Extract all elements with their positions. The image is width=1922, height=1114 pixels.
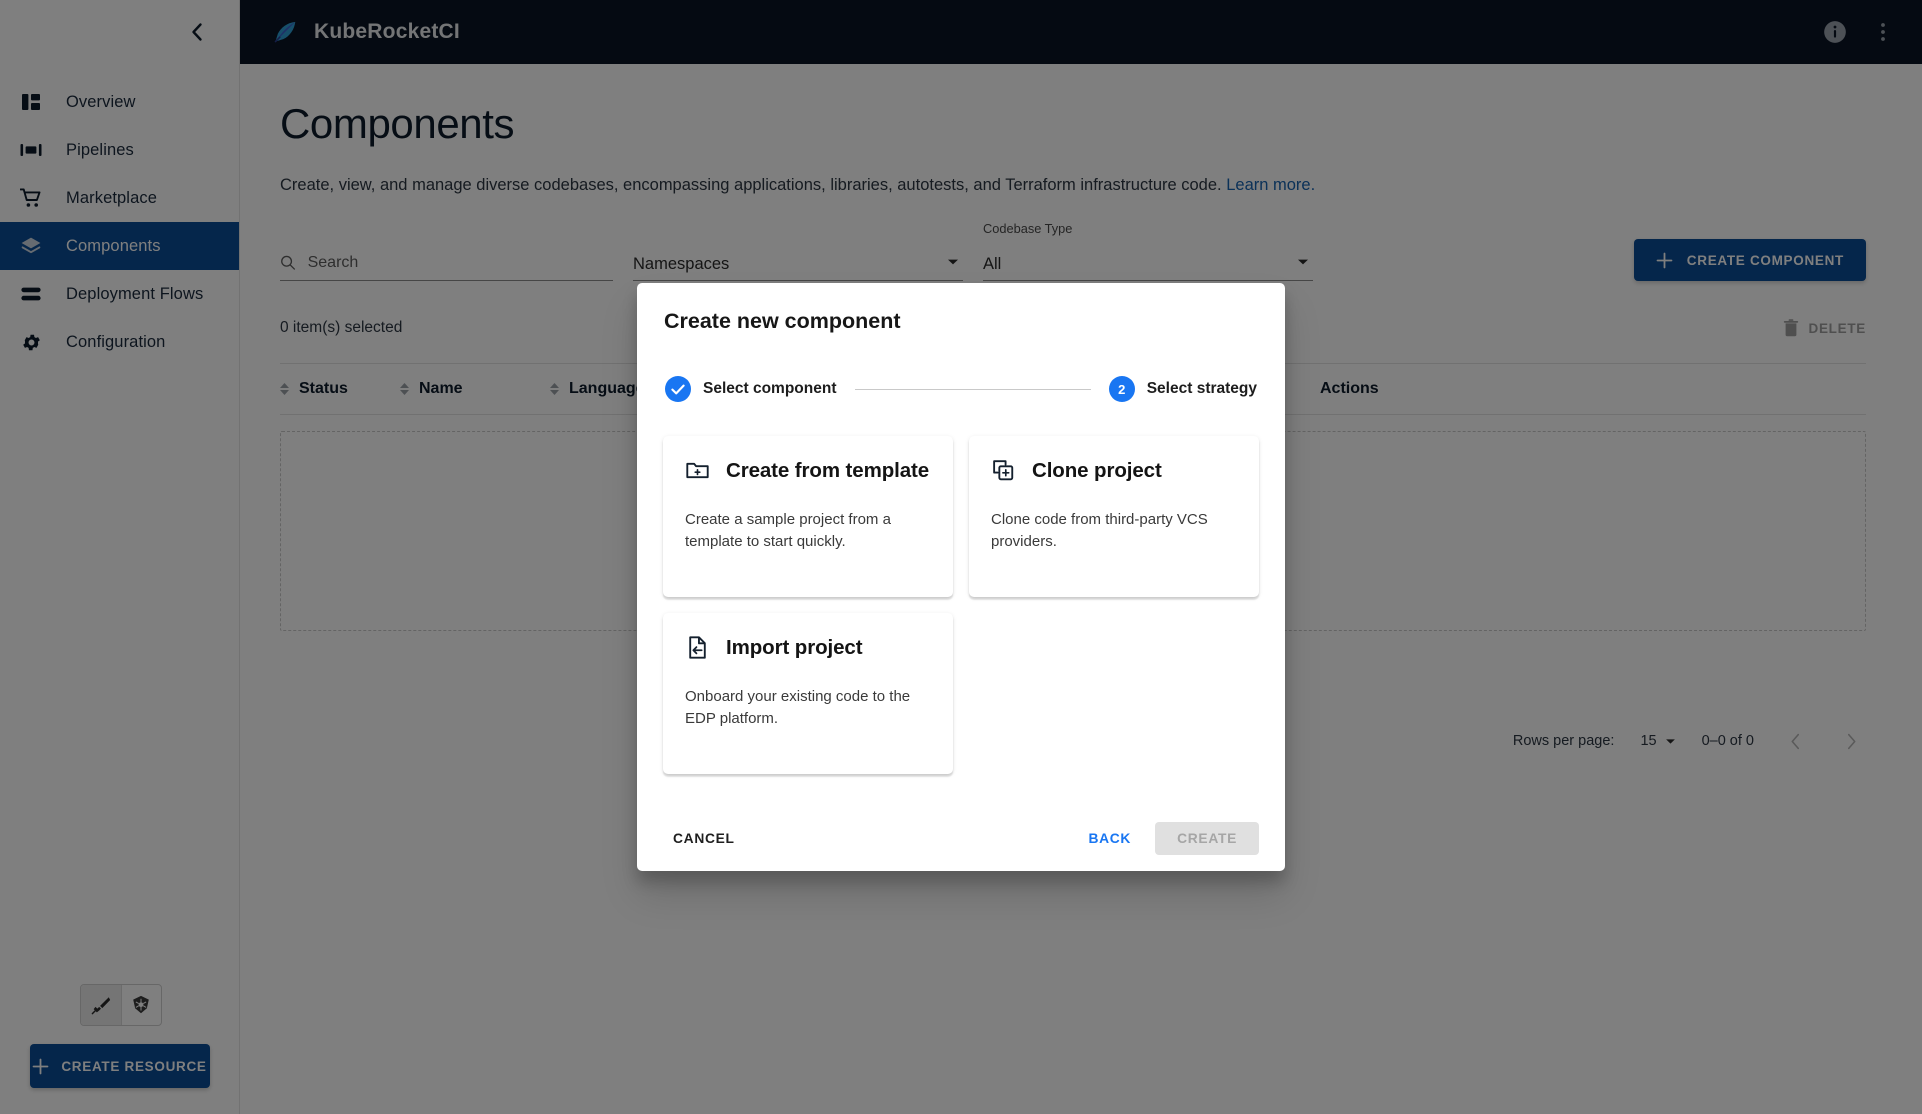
card-title: Import project	[726, 636, 862, 660]
strategy-card-import-project[interactable]: Import project Onboard your existing cod…	[663, 613, 953, 774]
create-button: CREATE	[1155, 822, 1259, 855]
app-root: Overview Pipelines Marketplace Component…	[0, 0, 1922, 1114]
strategy-card-create-from-template[interactable]: Create from template Create a sample pro…	[663, 436, 953, 597]
step-select-strategy[interactable]: 2 Select strategy	[1109, 376, 1257, 402]
strategy-cards: Create from template Create a sample pro…	[663, 436, 1259, 774]
step-connector	[855, 389, 1091, 390]
strategy-card-clone-project[interactable]: Clone project Clone code from third-part…	[969, 436, 1259, 597]
card-description: Onboard your existing code to the EDP pl…	[685, 686, 931, 730]
step-marker: 2	[1109, 376, 1135, 402]
create-component-dialog: Create new component Select component 2 …	[637, 283, 1285, 871]
card-description: Create a sample project from a template …	[685, 509, 931, 553]
back-button[interactable]: BACK	[1078, 823, 1141, 854]
check-icon	[671, 384, 685, 395]
step-marker	[665, 376, 691, 402]
step-select-component[interactable]: Select component	[665, 376, 837, 402]
card-title: Clone project	[1032, 459, 1162, 483]
card-header: Clone project	[991, 458, 1237, 483]
card-description: Clone code from third-party VCS provider…	[991, 509, 1237, 553]
file-import-icon	[685, 635, 710, 660]
cancel-button[interactable]: CANCEL	[663, 823, 745, 854]
dialog-actions: CANCEL BACK CREATE	[637, 808, 1285, 871]
card-header: Create from template	[685, 458, 931, 483]
dialog-title: Create new component	[663, 309, 1259, 334]
copy-plus-icon	[991, 458, 1016, 483]
folder-plus-icon	[685, 458, 710, 483]
card-title: Create from template	[726, 459, 929, 483]
step-label: Select component	[703, 380, 837, 398]
step-label: Select strategy	[1147, 380, 1257, 398]
card-header: Import project	[685, 635, 931, 660]
stepper: Select component 2 Select strategy	[663, 376, 1259, 402]
